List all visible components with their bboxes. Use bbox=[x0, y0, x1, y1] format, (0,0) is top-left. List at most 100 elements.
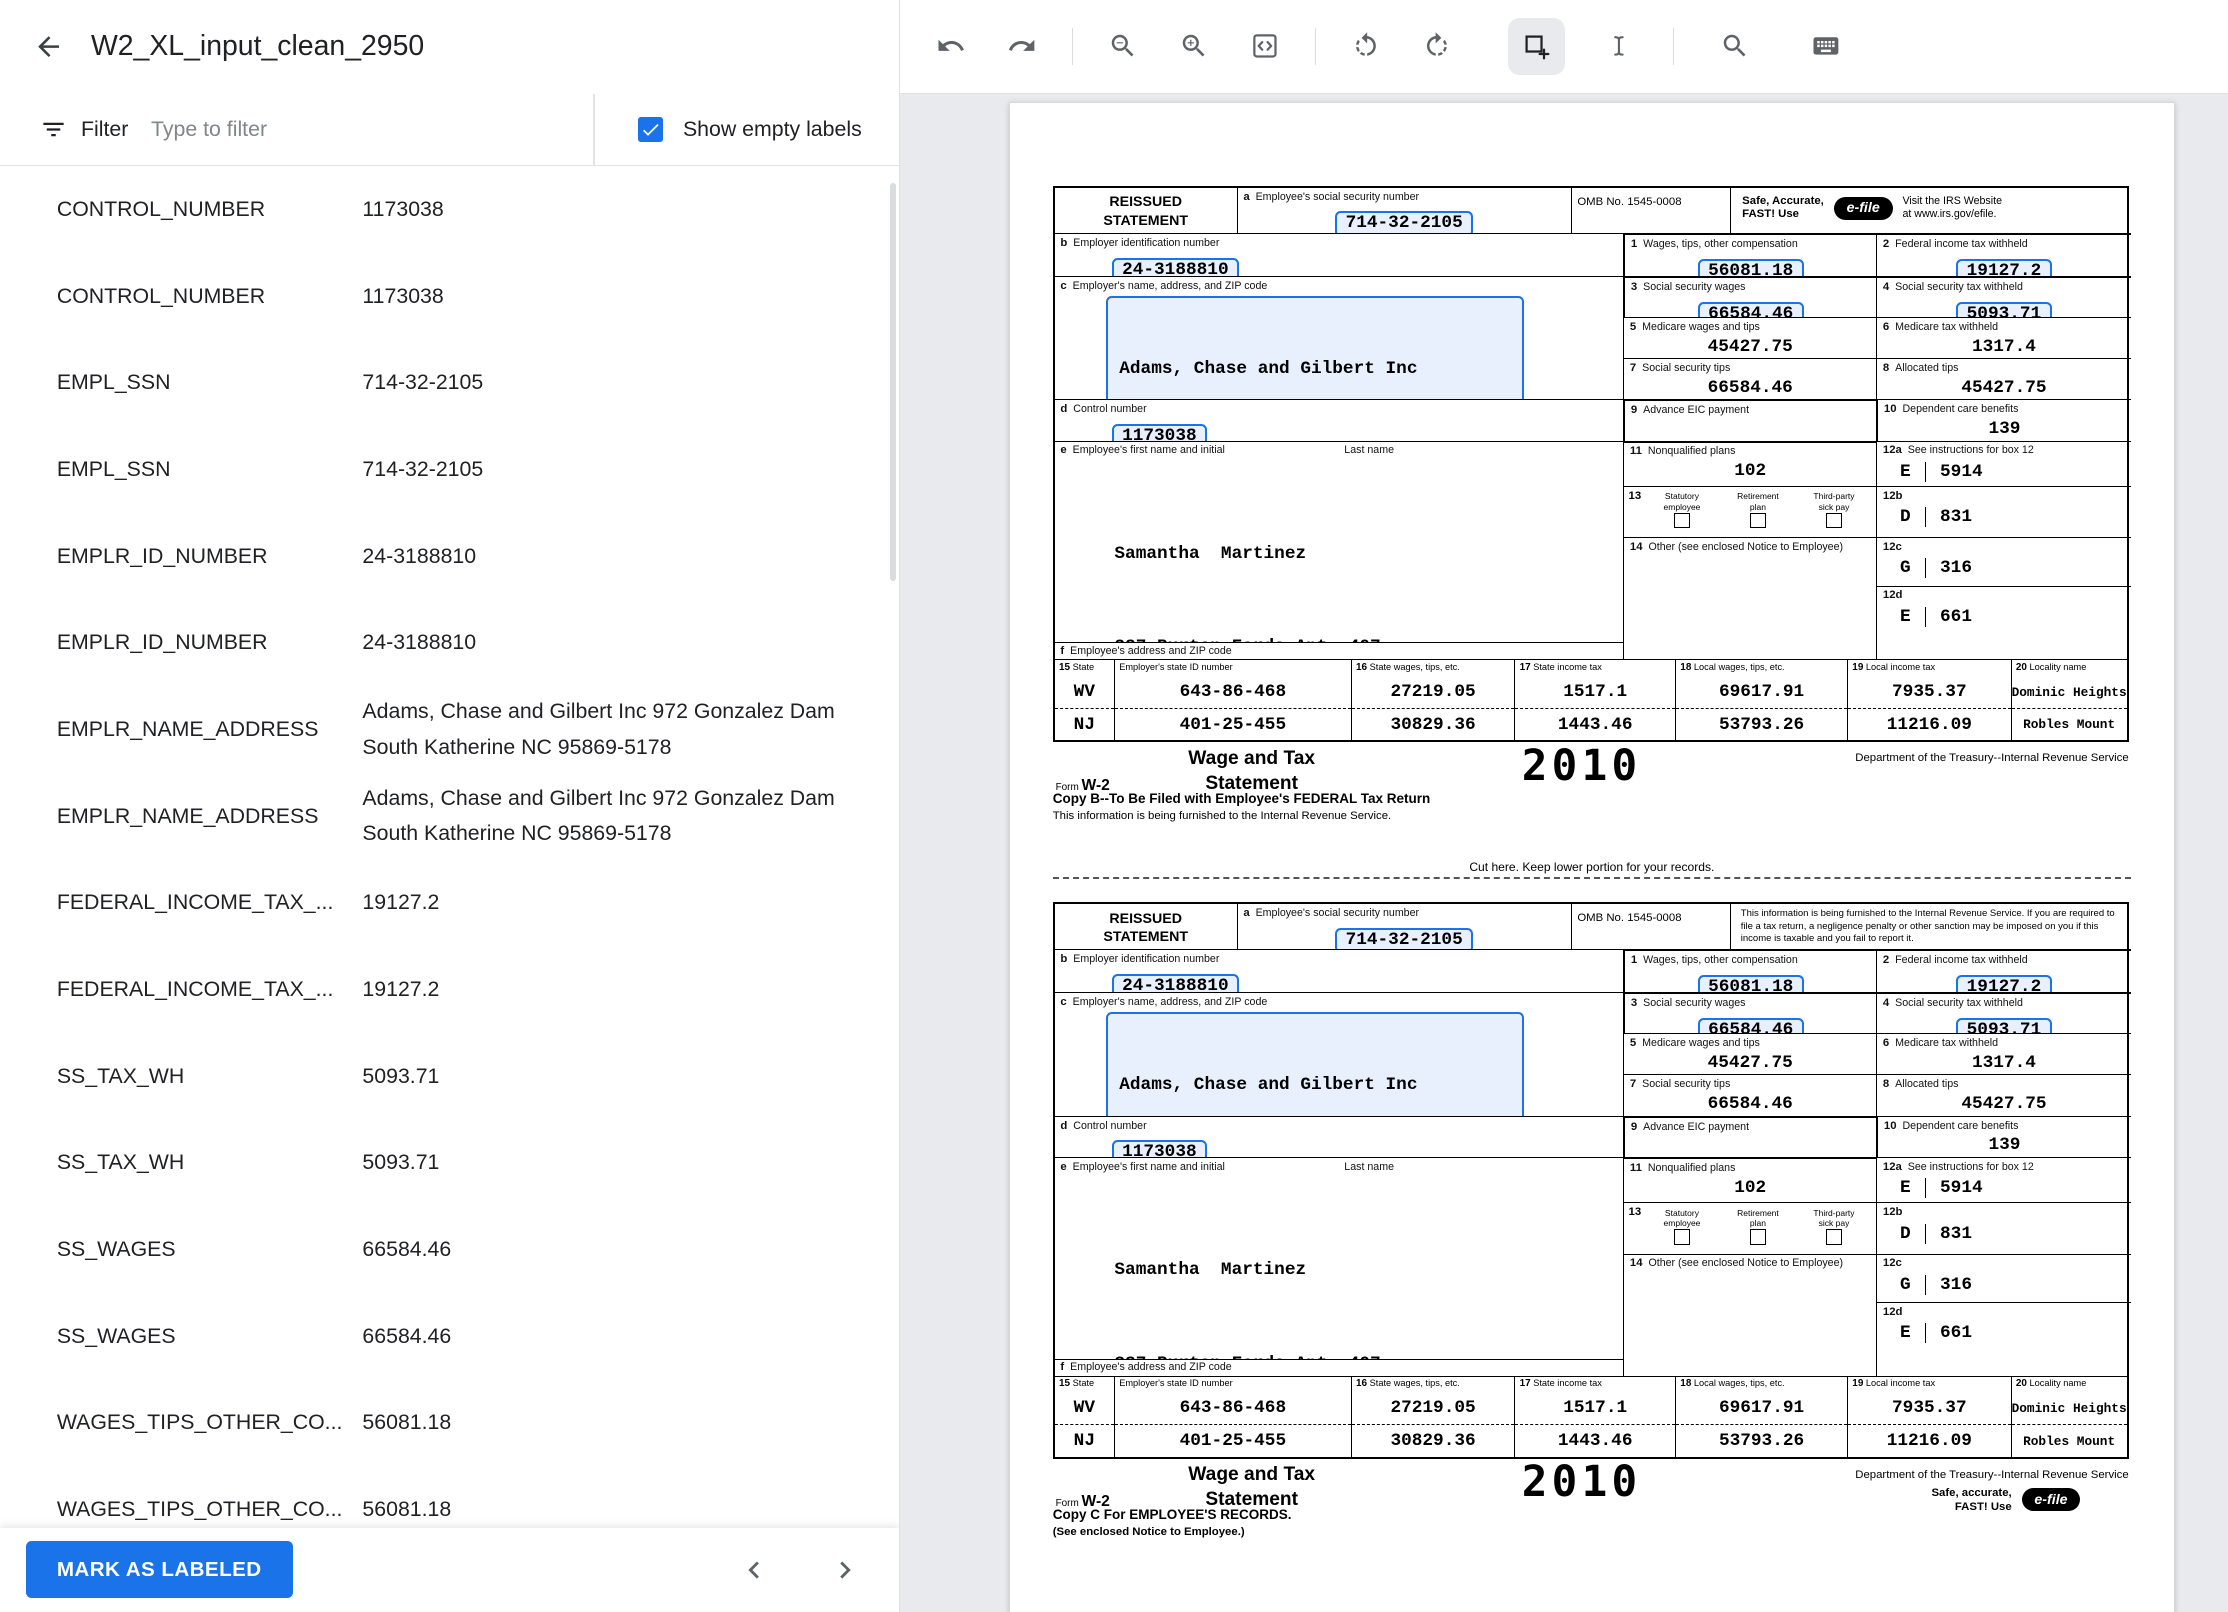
code-view-button[interactable] bbox=[1236, 18, 1293, 75]
rotate-left-button[interactable] bbox=[1337, 18, 1394, 75]
top-right-box: This information is being furnished to t… bbox=[1729, 903, 2127, 950]
local-wages-column: 18 Local wages, tips, etc. 69617.91 5379… bbox=[1675, 1376, 1848, 1457]
entity-row[interactable]: FEDERAL_INCOME_TAX_... 19127.2 bbox=[0, 946, 899, 1033]
entity-label: CONTROL_NUMBER bbox=[56, 283, 266, 308]
ss-wages-annotation[interactable]: 66584.46 bbox=[1697, 301, 1804, 318]
box-9-advance-eic: 9 Advance EIC payment bbox=[1623, 399, 1877, 441]
code-icon bbox=[1253, 34, 1277, 59]
text-select-icon bbox=[1613, 36, 1624, 57]
next-document-button[interactable] bbox=[816, 1541, 873, 1598]
entity-row[interactable]: FEDERAL_INCOME_TAX_... 19127.2 bbox=[0, 860, 899, 947]
employer-address-annotation[interactable]: Adams, Chase and Gilbert Inc 972 Gonzale… bbox=[1105, 295, 1524, 400]
keyboard-shortcuts-button[interactable] bbox=[1798, 18, 1855, 75]
control-number-annotation[interactable]: 1173038 bbox=[1111, 1140, 1208, 1157]
w2-footer: Form W-2 Wage and Tax Statement 2010 Dep… bbox=[1052, 1457, 2129, 1545]
ss-tax-annotation[interactable]: 5093.71 bbox=[1956, 301, 2052, 318]
copy-designation: Copy C For EMPLOYEE'S RECORDS. (See encl… bbox=[1052, 1507, 1292, 1539]
entity-value: 714-32-2105 bbox=[362, 370, 484, 395]
ssn-annotation[interactable]: 714-32-2105 bbox=[1335, 927, 1474, 950]
local-income-tax-column: 19 Local income tax 7935.37 11216.09 bbox=[1847, 660, 2011, 741]
entity-row[interactable]: CONTROL_NUMBER 1173038 bbox=[0, 166, 899, 253]
w2-footer: Form W-2 Wage and Tax Statement 2010 Dep… bbox=[1052, 741, 2129, 829]
control-number-annotation[interactable]: 1173038 bbox=[1111, 424, 1208, 441]
filter-input[interactable] bbox=[148, 115, 594, 144]
entity-label: EMPLR_ID_NUMBER bbox=[56, 543, 268, 568]
entity-row[interactable]: WAGES_TIPS_OTHER_CO... 56081.18 bbox=[0, 1380, 899, 1467]
entity-row[interactable]: EMPL_SSN 714-32-2105 bbox=[0, 340, 899, 427]
ssn-annotation[interactable]: 714-32-2105 bbox=[1335, 211, 1474, 234]
entity-list: CONTROL_NUMBER 1173038 CONTROL_NUMBER 11… bbox=[0, 166, 899, 1553]
state-income-tax-column: 17 State income tax 1517.1 1443.46 bbox=[1514, 660, 1676, 741]
entity-label: WAGES_TIPS_OTHER_CO... bbox=[56, 1497, 343, 1522]
entity-row[interactable]: EMPLR_NAME_ADDRESS Adams, Chase and Gilb… bbox=[0, 773, 899, 860]
previous-document-button[interactable] bbox=[725, 1541, 782, 1598]
zoom-in-button[interactable] bbox=[1165, 18, 1222, 75]
undo-button[interactable] bbox=[922, 18, 979, 75]
entity-row[interactable]: SS_WAGES 66584.46 bbox=[0, 1293, 899, 1380]
employer-address-annotation[interactable]: Adams, Chase and Gilbert Inc 972 Gonzale… bbox=[1105, 1011, 1524, 1116]
wages-annotation[interactable]: 56081.18 bbox=[1697, 258, 1804, 276]
copy-designation: Copy B--To Be Filed with Employee's FEDE… bbox=[1052, 790, 1431, 823]
statutory-employee-checkbox bbox=[1674, 512, 1690, 529]
box-c-employer: c Employer's name, address, and ZIP code… bbox=[1054, 275, 1624, 400]
entity-row[interactable]: EMPLR_ID_NUMBER 24-3188810 bbox=[0, 513, 899, 600]
box-7-ss-tips: 7 Social security tips 66584.46 bbox=[1623, 358, 1877, 400]
box-e-employee: e Employee's first name and initial Last… bbox=[1054, 1156, 1624, 1359]
top-right-box: Safe, Accurate, FAST! Use e-file Visit th… bbox=[1729, 187, 2127, 234]
mark-as-labeled-button[interactable]: MARK AS LABELED bbox=[25, 1541, 293, 1599]
entity-label: WAGES_TIPS_OTHER_CO... bbox=[56, 1410, 343, 1435]
back-button[interactable] bbox=[20, 18, 77, 75]
entity-row[interactable]: CONTROL_NUMBER 1173038 bbox=[0, 253, 899, 340]
entity-row[interactable]: SS_WAGES 66584.46 bbox=[0, 1207, 899, 1294]
box-e-employee: e Employee's first name and initial Last… bbox=[1054, 440, 1624, 642]
locality-column: 20 Locality name Dominic Heights Robles … bbox=[2010, 660, 2127, 741]
state-tax-table: 15 State WV NJ Employer's state ID numbe… bbox=[1054, 1375, 2127, 1457]
entity-value: Adams, Chase and Gilbert Inc 972 Gonzale… bbox=[362, 785, 835, 846]
box-6-medicare-tax: 6 Medicare tax withheld 1317.4 bbox=[1876, 317, 2131, 359]
entity-value: 56081.18 bbox=[362, 1410, 452, 1435]
viewer-panel: REISSUED STATEMENT a Employee's social se… bbox=[899, 0, 2228, 1612]
entity-label: SS_TAX_WH bbox=[56, 1150, 185, 1175]
add-bounding-box-icon bbox=[1525, 35, 1550, 60]
chevron-left-icon bbox=[748, 1561, 759, 1579]
entity-value: 24-3188810 bbox=[362, 543, 477, 568]
w2-copy-c-slot: REISSUED STATEMENT a Employee's social se… bbox=[1052, 901, 2131, 1545]
entity-label: CONTROL_NUMBER bbox=[56, 196, 266, 221]
show-empty-labels-checkbox[interactable] bbox=[637, 116, 664, 143]
field-label: a Employee's social security number bbox=[1243, 906, 1420, 919]
ein-annotation[interactable]: 24-3188810 bbox=[1111, 974, 1240, 993]
left-panel-scrollbar[interactable] bbox=[890, 183, 896, 582]
box-11-nonqualified: 11 Nonqualified plans 102 bbox=[1623, 440, 1877, 487]
box-d-control-number: d Control number 1173038 bbox=[1054, 399, 1624, 441]
entity-row[interactable]: SS_TAX_WH 5093.71 bbox=[0, 1033, 899, 1120]
toolbar-divider bbox=[1672, 27, 1674, 65]
text-select-button[interactable] bbox=[1590, 18, 1647, 75]
ein-annotation[interactable]: 24-3188810 bbox=[1111, 257, 1240, 276]
ss-wages-annotation[interactable]: 66584.46 bbox=[1697, 1017, 1804, 1034]
ss-tax-annotation[interactable]: 5093.71 bbox=[1956, 1017, 2052, 1034]
redo-button[interactable] bbox=[993, 18, 1050, 75]
department-line: Department of the Treasury--Internal Rev… bbox=[1855, 1468, 2129, 1481]
check-icon bbox=[642, 123, 659, 136]
entity-row[interactable]: SS_TAX_WH 5093.71 bbox=[0, 1120, 899, 1207]
cut-line bbox=[1052, 877, 2131, 881]
w2-form-box: REISSUED STATEMENT a Employee's social se… bbox=[1052, 901, 2131, 1459]
entity-row[interactable]: EMPLR_ID_NUMBER 24-3188810 bbox=[0, 600, 899, 687]
box-b-ein: b Employer identification number 24-3188… bbox=[1054, 949, 1624, 993]
state-income-tax-column: 17 State income tax 1517.1 1443.46 bbox=[1514, 1376, 1676, 1457]
federal-tax-annotation[interactable]: 19127.2 bbox=[1956, 975, 2052, 993]
state-wages-column: 16 State wages, tips, etc. 27219.05 3082… bbox=[1350, 1376, 1515, 1457]
zoom-out-icon bbox=[1111, 35, 1134, 57]
entity-label: SS_WAGES bbox=[56, 1323, 176, 1348]
federal-tax-annotation[interactable]: 19127.2 bbox=[1956, 258, 2052, 276]
entity-row[interactable]: EMPL_SSN 714-32-2105 bbox=[0, 426, 899, 513]
entity-value: 1173038 bbox=[362, 196, 444, 221]
entity-row[interactable]: EMPLR_NAME_ADDRESS Adams, Chase and Gilb… bbox=[0, 686, 899, 773]
rotate-right-button[interactable] bbox=[1408, 18, 1465, 75]
box-12b: 12b D 831 bbox=[1876, 1202, 2131, 1254]
zoom-out-button[interactable] bbox=[1094, 18, 1151, 75]
add-bounding-box-button[interactable] bbox=[1507, 17, 1565, 75]
wages-annotation[interactable]: 56081.18 bbox=[1697, 975, 1804, 993]
toolbar-divider bbox=[1314, 27, 1316, 65]
search-button[interactable] bbox=[1707, 18, 1764, 75]
